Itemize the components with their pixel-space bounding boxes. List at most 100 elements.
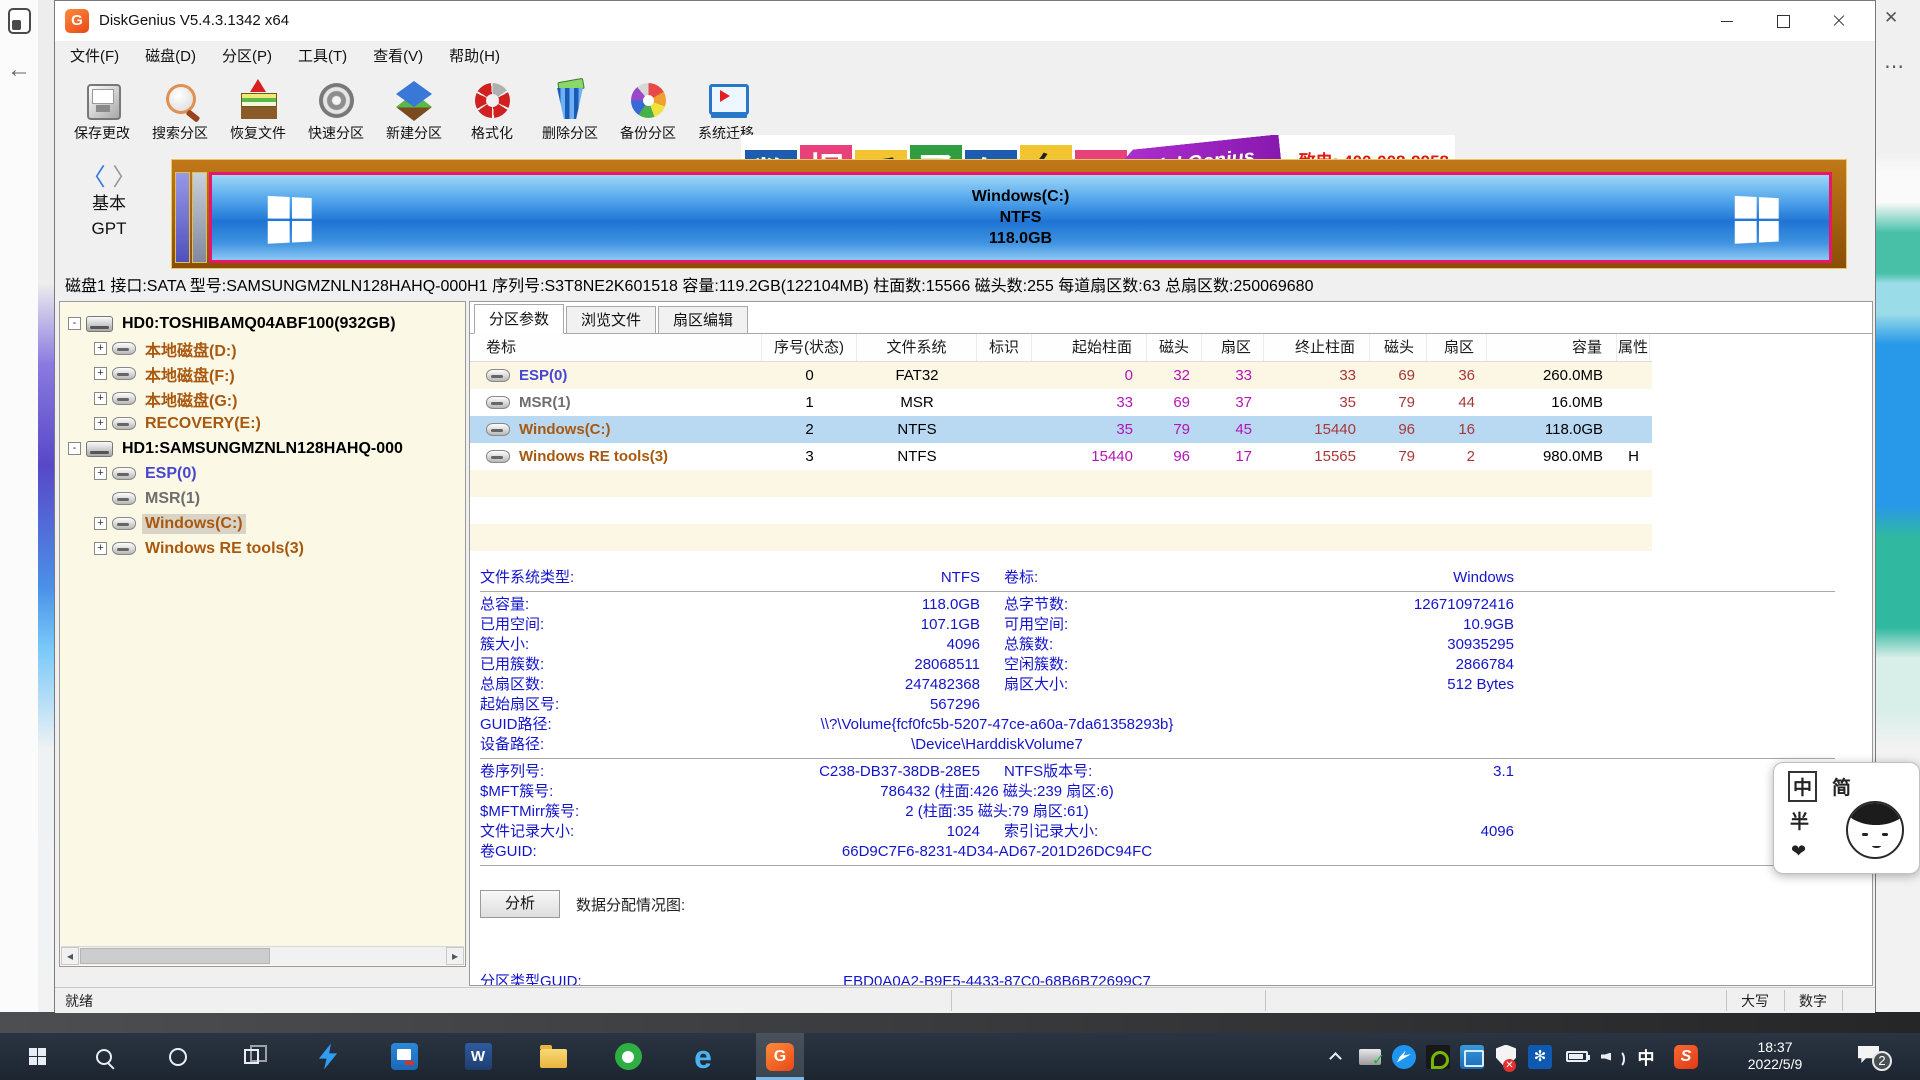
scrollbar-thumb[interactable] bbox=[80, 948, 270, 964]
pinned-app-edge[interactable]: e bbox=[679, 1033, 727, 1080]
ime-lang-toggle[interactable]: 中 bbox=[1788, 771, 1817, 802]
toolbar-button[interactable]: 备份分区 bbox=[609, 79, 687, 155]
background-close-icon[interactable]: ✕ bbox=[1884, 8, 1898, 28]
toolbar-button[interactable]: 快速分区 bbox=[297, 79, 375, 155]
table-row[interactable]: Windows(C:) 2 NTFS 35 79 45 15440 96 16 … bbox=[470, 416, 1652, 443]
start-button[interactable] bbox=[13, 1033, 61, 1080]
pinned-app-lightning[interactable] bbox=[304, 1033, 352, 1080]
ime-mascot-face-icon[interactable] bbox=[1846, 801, 1904, 859]
tree-item[interactable]: + 本地磁盘(D:) bbox=[60, 336, 465, 361]
table-row[interactable]: Windows RE tools(3) 3 NTFS 15440 96 17 1… bbox=[470, 443, 1652, 470]
tray-security[interactable]: ✕ bbox=[1490, 1033, 1522, 1080]
detail-label: 空闲簇数: bbox=[1004, 655, 1214, 675]
tree-expander-icon[interactable]: - bbox=[68, 442, 81, 455]
tree-item[interactable]: + RECOVERY(E:) bbox=[60, 411, 465, 436]
toolbar-button[interactable]: 格式化 bbox=[453, 79, 531, 155]
heart-icon[interactable]: ❤ bbox=[1791, 841, 1806, 862]
ime-simplified-toggle[interactable]: 简 bbox=[1832, 773, 1851, 800]
table-header-cell[interactable]: 文件系统 bbox=[857, 334, 977, 361]
table-header-cell[interactable]: 标识 bbox=[977, 334, 1032, 361]
toolbar-button[interactable]: 恢复文件 bbox=[219, 79, 297, 155]
tree-item[interactable]: MSR(1) bbox=[60, 486, 465, 511]
tree-item[interactable]: + Windows(C:) bbox=[60, 511, 465, 536]
table-header-cell[interactable]: 序号(状态) bbox=[762, 334, 857, 361]
table-row[interactable]: ESP(0) 0 FAT32 0 32 33 33 69 36 260.0MB bbox=[470, 362, 1652, 389]
tree-expander-icon[interactable]: + bbox=[94, 367, 107, 380]
tree-item[interactable]: - HD0:TOSHIBAMQ04ABF100(932GB) bbox=[60, 311, 465, 336]
table-header-cell[interactable]: 终止柱面 bbox=[1264, 334, 1370, 361]
cortana-button[interactable] bbox=[154, 1033, 202, 1080]
minimize-button[interactable] bbox=[1699, 1, 1755, 41]
maximize-button[interactable] bbox=[1755, 1, 1811, 41]
toolbar-button[interactable]: 新建分区 bbox=[375, 79, 453, 155]
tree-item[interactable]: + 本地磁盘(G:) bbox=[60, 386, 465, 411]
table-header-cell[interactable]: 起始柱面 bbox=[1032, 334, 1147, 361]
tree-item[interactable]: + Windows RE tools(3) bbox=[60, 536, 465, 561]
table-header-cell[interactable]: 扇区 bbox=[1427, 334, 1487, 361]
msr-partition-bar[interactable] bbox=[192, 172, 207, 263]
background-tab-icon[interactable] bbox=[8, 8, 31, 34]
toolbar-button[interactable]: 保存更改 bbox=[63, 79, 141, 155]
table-header-cell[interactable]: 磁头 bbox=[1147, 334, 1202, 361]
table-row[interactable]: MSR(1) 1 MSR 33 69 37 35 79 44 16.0MB bbox=[470, 389, 1652, 416]
menu-item[interactable]: 工具(T) bbox=[285, 41, 360, 75]
pinned-app-blue-window[interactable] bbox=[380, 1033, 428, 1080]
tab[interactable]: 分区参数 bbox=[474, 304, 564, 334]
menu-item[interactable]: 查看(V) bbox=[360, 41, 436, 75]
pinned-app-green-browser[interactable] bbox=[604, 1033, 652, 1080]
close-button[interactable] bbox=[1811, 1, 1867, 41]
menu-item[interactable]: 帮助(H) bbox=[436, 41, 513, 75]
tray-volume[interactable] bbox=[1596, 1033, 1628, 1080]
windows-partition-bar[interactable]: Windows(C:) NTFS 118.0GB bbox=[209, 172, 1832, 263]
tab[interactable]: 浏览文件 bbox=[566, 306, 656, 334]
menu-item[interactable]: 分区(P) bbox=[209, 41, 285, 75]
esp-partition-bar[interactable] bbox=[175, 172, 190, 263]
table-header-cell[interactable]: 磁头 bbox=[1370, 334, 1427, 361]
tray-intel-graphics[interactable] bbox=[1456, 1033, 1488, 1080]
table-header-cell[interactable]: 扇区 bbox=[1202, 334, 1264, 361]
tree-expander-icon[interactable]: + bbox=[94, 517, 107, 530]
search-button[interactable] bbox=[80, 1033, 128, 1080]
table-header-cell[interactable]: 容量 bbox=[1487, 334, 1617, 361]
tree-expander-icon[interactable]: + bbox=[94, 417, 107, 430]
tree-item[interactable]: - HD1:SAMSUNGMZNLN128HAHQ-000 bbox=[60, 436, 465, 461]
background-more-icon[interactable]: ⋯ bbox=[1884, 54, 1905, 79]
tray-snowflake[interactable]: ✻ bbox=[1524, 1033, 1556, 1080]
table-header-cell[interactable]: 属性 bbox=[1617, 334, 1650, 361]
analyze-button[interactable]: 分析 bbox=[480, 890, 560, 918]
pinned-app-word[interactable]: W bbox=[454, 1033, 502, 1080]
taskbar-clock[interactable]: 18:37 2022/5/9 bbox=[1716, 1033, 1834, 1080]
menu-item[interactable]: 文件(F) bbox=[57, 41, 132, 75]
tree-horizontal-scrollbar[interactable]: ◂ ▸ bbox=[61, 946, 464, 965]
task-view-button[interactable] bbox=[227, 1033, 275, 1080]
tree-expander-icon[interactable]: + bbox=[94, 392, 107, 405]
prev-disk-icon[interactable]: 〈 bbox=[82, 164, 106, 191]
tree-expander-icon[interactable]: + bbox=[94, 467, 107, 480]
tray-battery[interactable] bbox=[1560, 1033, 1594, 1080]
tree-item[interactable]: + 本地磁盘(F:) bbox=[60, 361, 465, 386]
pinned-app-explorer[interactable] bbox=[529, 1033, 577, 1080]
table-header-cell[interactable]: 卷标 bbox=[470, 334, 762, 361]
taskbar-diskgenius-active[interactable]: G bbox=[756, 1033, 804, 1080]
ime-halfwidth-toggle[interactable]: 半 bbox=[1790, 807, 1809, 834]
tray-messenger[interactable] bbox=[1388, 1033, 1420, 1080]
titlebar[interactable]: G DiskGenius V5.4.3.1342 x64 bbox=[55, 1, 1875, 41]
toolbar-button[interactable]: 搜索分区 bbox=[141, 79, 219, 155]
toolbar-button[interactable]: 删除分区 bbox=[531, 79, 609, 155]
tray-ime-indicator[interactable]: 中 bbox=[1630, 1033, 1662, 1080]
scroll-right-icon[interactable]: ▸ bbox=[446, 947, 464, 965]
tree-item[interactable]: + ESP(0) bbox=[60, 461, 465, 486]
scroll-left-icon[interactable]: ◂ bbox=[61, 947, 79, 965]
menu-item[interactable]: 磁盘(D) bbox=[132, 41, 209, 75]
tree-expander-icon[interactable]: + bbox=[94, 342, 107, 355]
action-center-button[interactable]: 2 bbox=[1846, 1033, 1900, 1080]
tray-updater[interactable]: ✓ bbox=[1354, 1033, 1386, 1080]
next-disk-icon[interactable]: 〉 bbox=[112, 164, 136, 191]
back-arrow-icon[interactable]: ← bbox=[7, 56, 31, 84]
tray-nvidia[interactable] bbox=[1422, 1033, 1454, 1080]
tray-expand-button[interactable] bbox=[1322, 1033, 1348, 1080]
tree-expander-icon[interactable]: - bbox=[68, 317, 81, 330]
tray-sogou[interactable]: S bbox=[1668, 1033, 1704, 1080]
tab[interactable]: 扇区编辑 bbox=[658, 306, 748, 334]
tree-expander-icon[interactable]: + bbox=[94, 542, 107, 555]
